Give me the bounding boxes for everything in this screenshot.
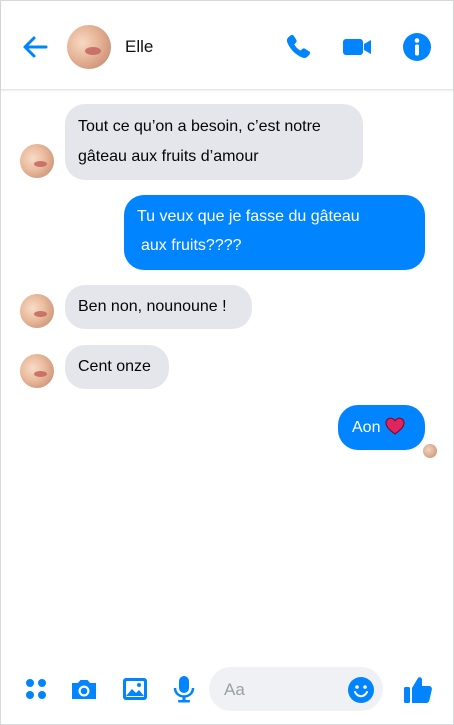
message-line: gâteau aux fruits d’amour [78,148,259,165]
contact-name[interactable]: Elle [125,37,153,57]
back-arrow-icon[interactable] [19,31,51,63]
contact-avatar[interactable] [67,25,111,69]
image-icon[interactable] [120,674,150,704]
camera-icon[interactable] [69,674,99,704]
message-line: aux fruits???? [141,237,242,254]
sender-avatar [20,354,54,388]
message-line: Ben non, nounoune ! [78,298,227,315]
incoming-message[interactable]: Tout ce qu’on a besoin, c’est notre gâte… [65,104,363,180]
outgoing-message[interactable]: Aon [338,405,425,450]
red-heart-icon [385,417,406,435]
apps-grid-icon[interactable] [21,674,51,704]
video-camera-icon[interactable] [341,31,373,63]
message-line: Tu veux que je fasse du gâteau [137,208,360,225]
emoji-icon[interactable] [347,676,375,704]
incoming-message[interactable]: Cent onze [65,345,169,389]
microphone-icon[interactable] [169,674,199,704]
message-line: Tout ce qu’on a besoin, c’est notre [78,118,321,135]
sender-avatar [20,294,54,328]
info-icon[interactable] [401,31,433,63]
incoming-message[interactable]: Ben non, nounoune ! [65,285,252,329]
message-line: Aon [352,419,381,436]
message-input-placeholder: Aa [224,680,245,699]
sender-avatar [20,144,54,178]
thumbs-up-icon[interactable] [402,674,434,706]
message-line: Cent onze [78,358,151,375]
chat-header: Elle [1,1,453,90]
outgoing-message[interactable]: Tu veux que je fasse du gâteau aux fruit… [124,195,425,270]
phone-icon[interactable] [282,31,314,63]
read-receipt-avatar [423,444,437,458]
